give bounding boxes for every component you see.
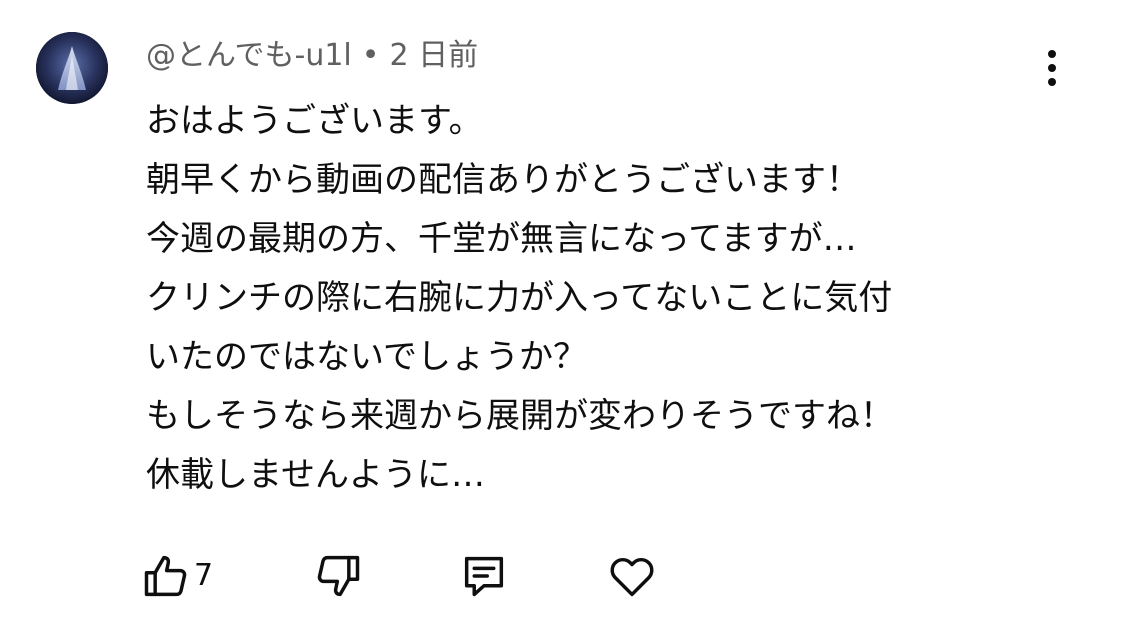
dislike-button[interactable] — [312, 548, 364, 604]
comment-icon — [464, 556, 504, 597]
avatar[interactable] — [36, 32, 108, 104]
thumbs-up-icon — [144, 555, 187, 597]
more-vertical-icon — [1048, 50, 1056, 86]
more-options-button[interactable] — [1034, 44, 1070, 92]
comment-line: いたのではないでしょうか？ — [146, 337, 587, 377]
heart-icon — [610, 557, 654, 597]
author-name[interactable]: @とんでも-u1l — [146, 38, 352, 73]
comment-line: おはようございます。 — [146, 101, 483, 141]
comment-line: クリンチの際に右腕に力が入ってないことに気付 — [146, 278, 893, 318]
comment-line: 今週の最期の方、千堂が無言になってますが… — [146, 219, 857, 259]
avatar-image — [36, 32, 108, 104]
like-count: 7 — [194, 558, 214, 593]
thumbs-down-icon — [317, 555, 360, 597]
meta-separator: • — [361, 38, 380, 73]
reply-button[interactable] — [458, 548, 510, 604]
heart-button[interactable] — [606, 548, 658, 604]
comment-line: 朝早くから動画の配信ありがとうございます！ — [146, 160, 860, 200]
comment-text: おはようございます。 朝早くから動画の配信ありがとうございます！ 今週の最期の方… — [146, 92, 1046, 505]
comment-header: @とんでも-u1l • 2 日前 — [146, 36, 478, 76]
comment-line: 休載しませんように… — [146, 455, 485, 495]
comment: @とんでも-u1l • 2 日前 おはようございます。 朝早くから動画の配信ありがと… — [0, 0, 1125, 620]
like-button[interactable]: 7 — [140, 548, 213, 604]
comment-time[interactable]: 2 日前 — [389, 38, 478, 73]
comment-actions: 7 — [140, 548, 700, 604]
comment-line: もしそうなら来週から展開が変わりそうですね！ — [146, 396, 894, 436]
